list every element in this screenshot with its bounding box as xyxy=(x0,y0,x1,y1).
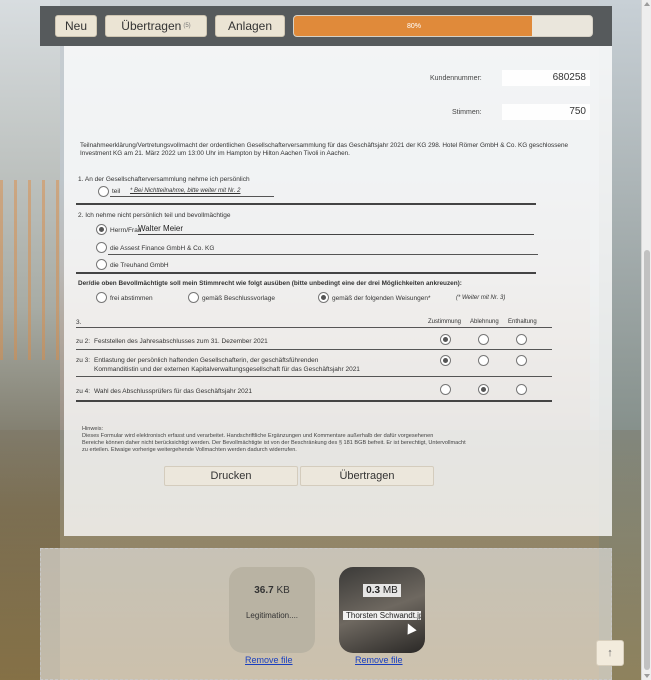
item2-reject-radio[interactable] xyxy=(478,355,489,366)
transfer-button[interactable]: Übertragen (5) xyxy=(105,15,207,37)
attend-option-label: teil xyxy=(112,188,121,195)
vote-instructions-radio[interactable] xyxy=(318,292,329,303)
item3-text: Wahl des Abschlussprüfers für das Geschä… xyxy=(94,388,253,395)
scrollbar[interactable] xyxy=(641,0,651,680)
item2-divider xyxy=(76,376,552,377)
intro-text: Teilnahmeerklärung/Vertretungsvollmacht … xyxy=(80,142,569,157)
proxy-finance-label: die Assest Finance GmbH & Co. KG xyxy=(110,245,215,252)
attend-radio[interactable] xyxy=(98,186,109,197)
item2-abstain-radio[interactable] xyxy=(516,355,527,366)
vote-proposal-label: gemäß Beschlussvorlage xyxy=(202,295,275,302)
toolbar: Neu Übertragen (5) Anlagen 80% xyxy=(40,6,612,46)
note-title: Hinweis: xyxy=(82,426,104,432)
attend-hint: * Bei Nichtteilnahme, bitte weiter mit N… xyxy=(130,188,241,194)
vote-hint: (* Weiter mit Nr. 3) xyxy=(456,295,506,301)
form-panel: Kundennummer: 680258 Stimmen: 750 Teilna… xyxy=(64,46,612,536)
file-preview-legitimation[interactable]: 36.7 KB Legitimation.... xyxy=(229,567,315,653)
proxy-finance-radio[interactable] xyxy=(96,242,107,253)
customer-number-field[interactable]: 680258 xyxy=(502,70,590,86)
attachments-button-label: Anlagen xyxy=(227,19,273,33)
item1-reject-radio[interactable] xyxy=(478,334,489,345)
section3-header-divider xyxy=(76,327,552,328)
column-approve-header: Zustimmung xyxy=(428,319,462,325)
proxy-trust-label: die Treuhand GmbH xyxy=(110,262,169,269)
file-size-number: 0.3 xyxy=(366,585,381,596)
note-line2: Bereiche können daher nicht berücksichti… xyxy=(82,440,466,446)
item1-divider xyxy=(76,349,552,350)
upload-dropzone[interactable]: 36.7 KB Legitimation.... Remove file 0.3… xyxy=(40,548,612,680)
item2-number: zu 3: xyxy=(76,357,91,364)
item1-text: Feststellen des Jahresabschlusses zum 31… xyxy=(94,338,268,345)
attachments-button[interactable]: Anlagen xyxy=(215,15,285,37)
item3-number: zu 4: xyxy=(76,388,91,395)
vote-free-label: frei abstimmen xyxy=(110,295,153,302)
item2-approve-radio[interactable] xyxy=(440,355,451,366)
vote-free-radio[interactable] xyxy=(96,292,107,303)
item3-reject-radio[interactable] xyxy=(478,384,489,395)
transfer-count: (5) xyxy=(183,23,191,29)
item2-text-line2: Kommanditistin und der externen Kapitalv… xyxy=(94,366,360,373)
customer-number-row: Kundennummer: 680258 xyxy=(430,70,590,86)
votes-field[interactable]: 750 xyxy=(502,104,590,120)
legal-note: Hinweis: Dieses Formular wird elektronis… xyxy=(82,426,592,454)
section3-title: 3. xyxy=(76,319,82,326)
item1-approve-radio[interactable] xyxy=(440,334,451,345)
file-size-number: 36.7 xyxy=(254,585,274,596)
print-button[interactable]: Drucken xyxy=(164,466,298,486)
remove-file-link[interactable]: Remove file xyxy=(245,655,293,665)
file-size-unit: MB xyxy=(382,585,398,596)
section3-bottom-divider xyxy=(76,400,552,402)
item3-approve-radio[interactable] xyxy=(440,384,451,395)
item1-number: zu 2: xyxy=(76,338,91,345)
file-size-unit: KB xyxy=(276,585,290,596)
new-button[interactable]: Neu xyxy=(55,15,97,37)
proxy-person-label: Herrn/Frau xyxy=(110,227,142,234)
file-size: 0.3 MB xyxy=(339,584,425,597)
scroll-to-top-button[interactable]: ↑ xyxy=(596,640,624,666)
vote-instructions-label: gemäß der folgenden Weisungen* xyxy=(332,295,431,302)
remove-file-link[interactable]: Remove file xyxy=(355,655,403,665)
file-name-text: Thorsten Schwandt.jpg xyxy=(343,611,421,620)
progress-text: 80% xyxy=(406,22,421,30)
item1-abstain-radio[interactable] xyxy=(516,334,527,345)
transfer-button-label: Übertragen xyxy=(121,19,182,33)
proxy-trust-radio[interactable] xyxy=(96,259,107,270)
item3-abstain-radio[interactable] xyxy=(516,384,527,395)
progress-bar: 80% xyxy=(293,15,593,37)
arrow-up-icon: ↑ xyxy=(607,647,613,659)
voting-title: Der/die oben Bevollmächtigte soll mein S… xyxy=(78,280,462,287)
scrollbar-thumb[interactable] xyxy=(644,250,650,670)
file-size: 36.7 KB xyxy=(229,585,315,596)
votes-row: Stimmen: 750 xyxy=(452,104,590,120)
proxy-person-radio[interactable] xyxy=(96,224,107,235)
vote-proposal-radio[interactable] xyxy=(188,292,199,303)
proxy-finance-underline xyxy=(108,254,538,255)
votes-label: Stimmen: xyxy=(452,108,482,116)
print-button-label: Drucken xyxy=(210,470,252,482)
new-button-label: Neu xyxy=(64,19,87,33)
submit-button[interactable]: Übertragen xyxy=(300,466,434,486)
scroll-up-arrow-icon[interactable] xyxy=(644,2,650,6)
section2-title: 2. Ich nehme nicht persönlich teil und b… xyxy=(78,212,231,219)
proxy-person-input[interactable]: Walter Meier xyxy=(138,223,534,235)
column-reject-header: Ablehnung xyxy=(470,319,499,325)
customer-number-label: Kundennummer: xyxy=(430,74,482,82)
file-name: Thorsten Schwandt.jpg xyxy=(343,611,421,620)
background-cranes xyxy=(0,180,60,360)
note-line1: Dieses Formular wird elektronisch erfass… xyxy=(82,433,434,439)
section1-title: 1. An der Gesellschafterversammlung nehm… xyxy=(78,176,250,183)
submit-button-label: Übertragen xyxy=(339,470,395,482)
file-preview-photo[interactable]: 0.3 MB Thorsten Schwandt.jpg xyxy=(339,567,425,653)
file-name: Legitimation.... xyxy=(245,611,299,620)
note-line3: zu erteilen. Etwaige vorherige weitergeh… xyxy=(82,447,297,453)
section1-divider xyxy=(76,203,536,205)
attend-underline xyxy=(110,196,274,197)
column-abstain-header: Enthaltung xyxy=(508,319,537,325)
section2-divider xyxy=(76,272,536,274)
item2-text-line1: Entlastung der persönlich haftenden Gese… xyxy=(94,357,319,364)
scroll-down-arrow-icon[interactable] xyxy=(644,674,650,678)
